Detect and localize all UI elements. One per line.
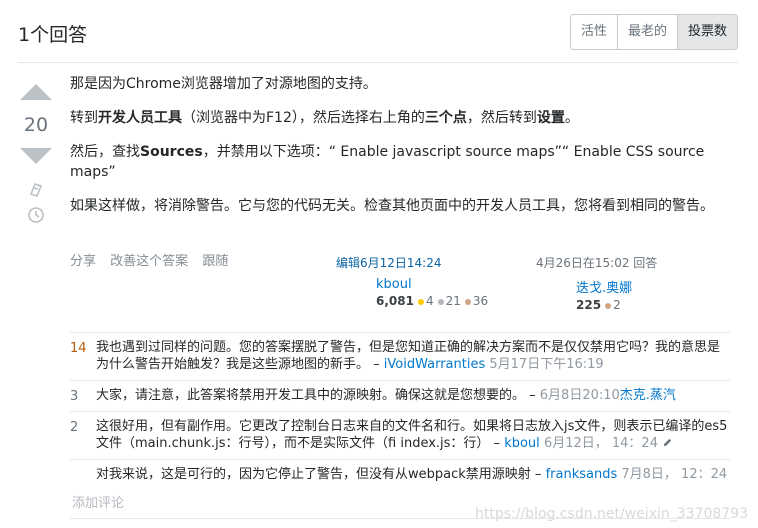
silver-badge-icon xyxy=(437,298,444,305)
comment-text: 大家，请注意，此答案将禁用开发工具中的源映射。确保这就是您想要的。 – xyxy=(96,388,536,403)
comment-time: 7月8日， 12：24 xyxy=(621,467,728,482)
answer-paragraph-2: 转到开发人员工具（浏览器中为F12），然后选择右上角的三个点，然后转到设置。 xyxy=(70,110,579,126)
follow-link[interactable]: 跟随 xyxy=(202,254,228,269)
tab-oldest[interactable]: 最老的 xyxy=(616,15,677,49)
sort-tabs: 活性 最老的 投票数 xyxy=(569,14,738,50)
author-reputation: 225 2 xyxy=(576,298,621,312)
gold-badge-icon xyxy=(417,298,424,305)
editor-signature: 编辑6月12日14:24 kboul 6,081 4 21 36 xyxy=(336,254,488,308)
comment-item: 2 这很好用，但有副作用。它更改了控制台日志来自的文件名和行。如果将日志放入js… xyxy=(70,411,730,459)
edited-time-link[interactable]: 编辑6月12日14:24 xyxy=(336,254,488,271)
comment-score: 3 xyxy=(70,389,79,404)
answers-count-title: 1个回答 xyxy=(18,24,88,46)
bookmark-icon[interactable] xyxy=(27,180,45,198)
comment-user-link[interactable]: kboul xyxy=(504,436,540,451)
history-icon[interactable] xyxy=(27,206,45,224)
post-actions: 分享 改善这个答案 跟随 xyxy=(70,250,238,269)
tab-votes[interactable]: 投票数 xyxy=(676,15,737,49)
improve-answer-link[interactable]: 改善这个答案 xyxy=(110,254,188,269)
bronze-badge-icon xyxy=(464,298,471,305)
upvote-arrow-icon[interactable] xyxy=(20,84,52,100)
comment-time: 6月12日， 14：24 xyxy=(543,436,658,451)
editor-reputation: 6,081 4 21 36 xyxy=(376,294,489,308)
header-divider xyxy=(18,62,738,63)
comment-time: 5月17日下午16:19 xyxy=(489,357,604,372)
downvote-arrow-icon[interactable] xyxy=(20,148,52,164)
answers-header: 1个回答 活性 最老的 投票数 xyxy=(18,14,738,52)
comment-user-link[interactable]: 杰克.蒸汽 xyxy=(620,388,676,403)
comment-text: 对我来说，这是可行的，因为它停止了警告，但没有从webpack禁用源映射 – xyxy=(96,467,542,482)
answer-paragraph-3: 然后，查找Sources，并禁用以下选项：“ Enable javascript… xyxy=(70,144,705,180)
tab-active[interactable]: 活性 xyxy=(570,15,617,49)
answered-time: 4月26日在15:02 回答 xyxy=(536,256,658,270)
answer-paragraph-4: 如果这样做，将消除警告。它与您的代码无关。检查其他页面中的开发人员工具，您将看到… xyxy=(70,198,714,214)
comment-item: 3 大家，请注意，此答案将禁用开发工具中的源映射。确保这就是您想要的。 – 6月… xyxy=(70,380,730,411)
author-signature: 4月26日在15:02 回答 迭戈.奥娜 225 2 xyxy=(536,254,657,312)
comment-time: 6月8日20:10 xyxy=(539,388,620,403)
comment-user-link[interactable]: franksands xyxy=(546,467,618,482)
watermark-text: https://blog.csdn.net/weixin_33708793 xyxy=(474,506,748,522)
bronze-badge-icon xyxy=(605,302,612,309)
add-comment-link[interactable]: 添加评论 xyxy=(72,492,124,511)
comment-score: 14 xyxy=(70,341,87,356)
vote-count: 20 xyxy=(23,114,49,136)
comment-user-link[interactable]: iVoidWarranties xyxy=(384,357,485,372)
pencil-icon[interactable] xyxy=(662,437,673,448)
comment-item: 14 我也遇到过同样的问题。您的答案摆脱了警告，但是您知道正确的解决方案而不是仅… xyxy=(70,332,730,380)
share-link[interactable]: 分享 xyxy=(70,254,96,269)
author-name-link[interactable]: 迭戈.奥娜 xyxy=(576,277,657,296)
answer-paragraph-1: 那是因为Chrome浏览器增加了对源地图的支持。 xyxy=(70,76,377,92)
comments-list: 14 我也遇到过同样的问题。您的答案摆脱了警告，但是您知道正确的解决方案而不是仅… xyxy=(70,332,730,490)
comment-item: 对我来说，这是可行的，因为它停止了警告，但没有从webpack禁用源映射 – f… xyxy=(70,459,730,490)
answer-body: 那是因为Chrome浏览器增加了对源地图的支持。 转到开发人员工具（浏览器中为F… xyxy=(70,74,730,230)
vote-panel: 20 xyxy=(20,84,52,224)
comment-score: 2 xyxy=(70,420,79,435)
editor-name-link[interactable]: kboul xyxy=(376,277,488,292)
